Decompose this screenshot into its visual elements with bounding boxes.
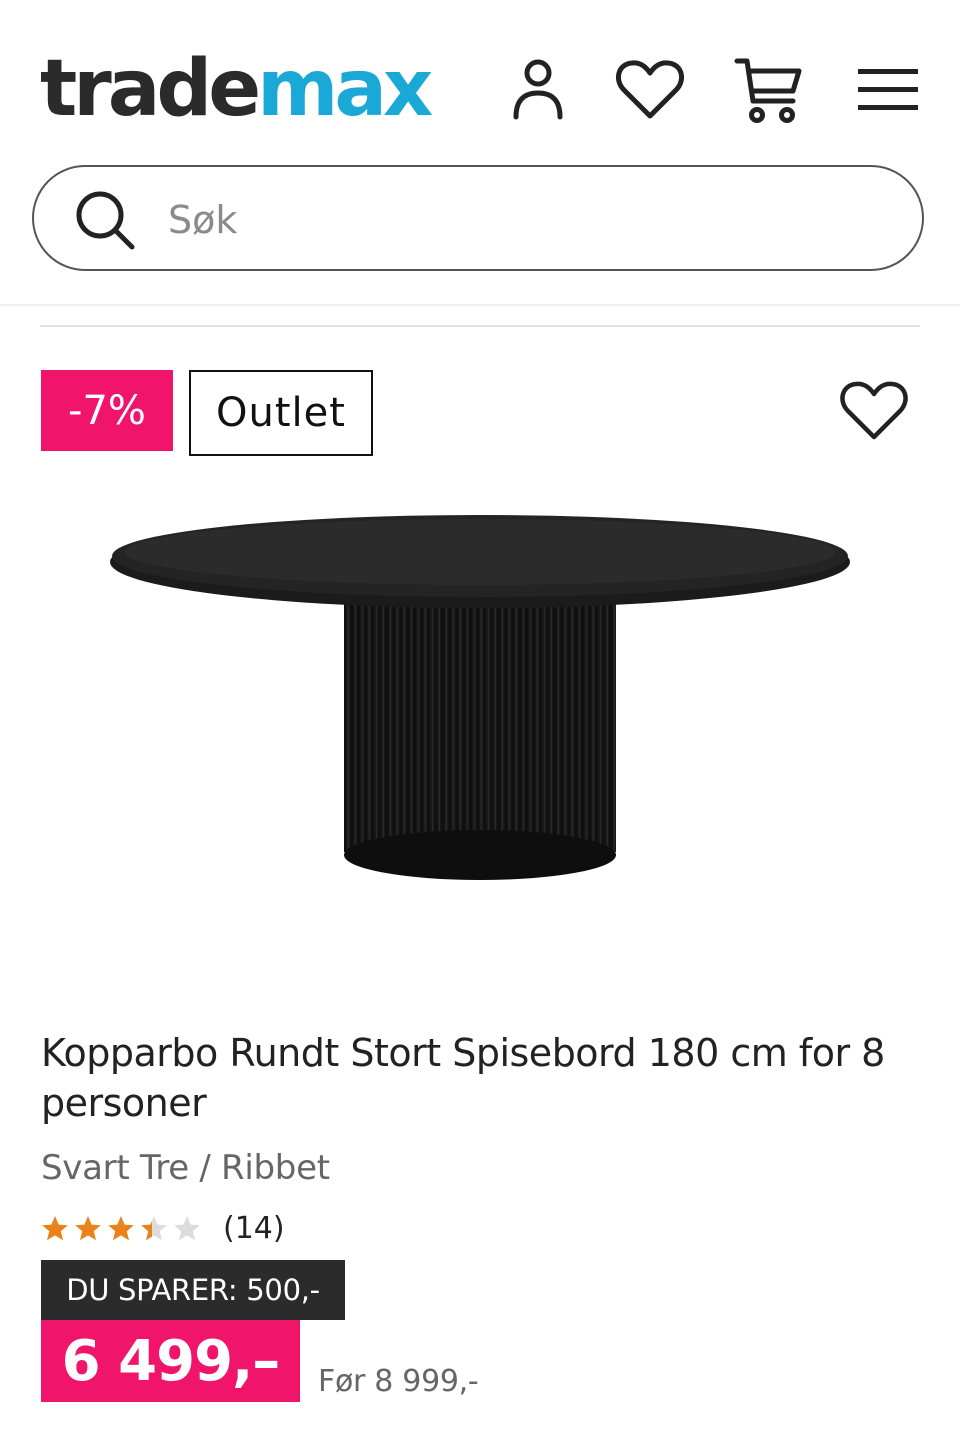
review-count[interactable]: (14)	[223, 1211, 285, 1246]
cart-icon	[734, 58, 802, 123]
logo-text-max: max	[257, 44, 433, 134]
cart-button[interactable]	[730, 52, 806, 128]
savings-label: DU SPARER: 500,-	[41, 1260, 345, 1320]
account-button[interactable]	[500, 52, 576, 128]
old-price-label: Før 8 999,-	[318, 1364, 479, 1399]
product-title[interactable]: Kopparbo Rundt Stort Spisebord 180 cm fo…	[41, 1028, 921, 1128]
trademax-logo[interactable]: trademax	[40, 44, 433, 134]
menu-icon	[858, 69, 918, 110]
product-image[interactable]	[100, 500, 860, 900]
search-bar[interactable]	[32, 165, 924, 271]
search-input[interactable]	[166, 191, 870, 249]
search-icon[interactable]	[74, 189, 138, 253]
star-rating-icon	[42, 1216, 200, 1241]
product-variant: Svart Tre / Ribbet	[41, 1148, 330, 1188]
user-icon	[513, 59, 563, 120]
price-label: 6 499,–	[41, 1320, 300, 1402]
heart-outline-icon	[840, 381, 908, 440]
content-divider	[40, 325, 920, 327]
product-rating[interactable]: (14)	[41, 1208, 285, 1248]
discount-badge: -7%	[41, 370, 173, 451]
outlet-badge: Outlet	[189, 370, 373, 456]
menu-button[interactable]	[850, 52, 926, 128]
logo-text-trade: trade	[40, 44, 261, 134]
header-divider	[0, 304, 960, 306]
add-to-wishlist-button[interactable]	[836, 376, 912, 446]
heart-icon	[615, 60, 685, 119]
wishlist-header-button[interactable]	[612, 52, 688, 128]
